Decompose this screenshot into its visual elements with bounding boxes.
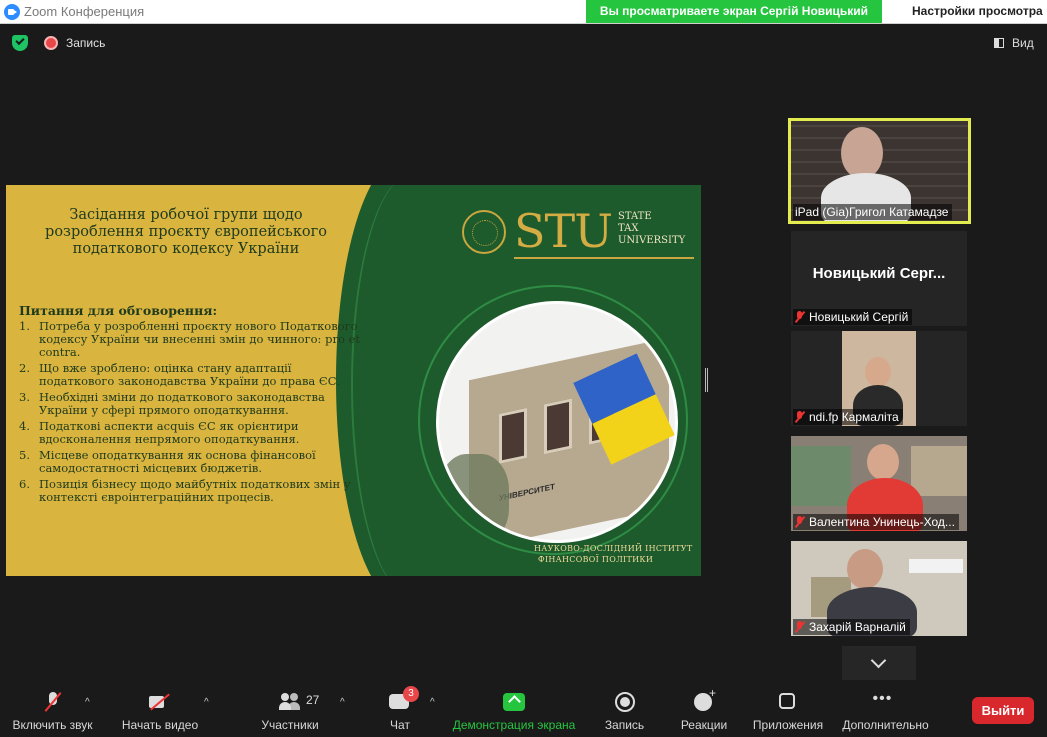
reactions-button[interactable]: Реакции [674, 685, 734, 737]
university-logo-text: STATE TAX UNIVERSITY [618, 211, 686, 246]
air-conditioner [909, 559, 963, 573]
participant-name-label: ndi.fp Кармаліта [793, 409, 903, 425]
muted-mic-icon [795, 311, 804, 323]
list-item: 1. Потреба у розробленні проєкту нового П… [19, 319, 360, 359]
start-video-button[interactable]: Начать видео [115, 685, 205, 737]
screen-share-banner: Вы просматриваете экран Сергій Новицький [586, 0, 882, 23]
tree [439, 454, 509, 540]
participant-video [841, 127, 883, 179]
participant-name-label: Новицький Сергій [793, 309, 913, 325]
participants-count: 27 [306, 693, 320, 707]
participant-tile[interactable]: Захарій Варналій [791, 541, 967, 636]
participant-face [847, 549, 883, 589]
window-title: Zoom Конференция [24, 4, 145, 19]
security-shield-icon[interactable] [12, 35, 28, 51]
muted-mic-icon [795, 621, 804, 633]
slide-topics-heading: Питання для обговорення: [19, 303, 218, 318]
view-options-button[interactable]: Настройки просмотра [904, 0, 1047, 23]
video-options-caret-icon[interactable]: ^ [204, 697, 209, 708]
background-paintings [911, 446, 967, 496]
scroll-participants-down-button[interactable] [842, 646, 916, 680]
unmute-button[interactable]: Включить звук [5, 685, 100, 737]
meeting-toolbar: Включить звук ^ Начать видео ^ 27 Участн… [0, 685, 1047, 737]
reactions-icon [693, 686, 716, 712]
zoom-app-icon [4, 4, 20, 20]
chat-options-caret-icon[interactable]: ^ [430, 697, 435, 708]
record-button[interactable]: Запись [597, 685, 652, 737]
shared-screen-slide: Засідання робочої групи щодо розроблення… [6, 185, 701, 576]
apps-button[interactable]: Приложения [748, 685, 828, 737]
recording-label: Запись [66, 36, 106, 50]
slide-title: Засідання робочої групи щодо розроблення… [45, 207, 327, 257]
video-off-icon [149, 692, 171, 712]
share-screen-icon [503, 692, 525, 712]
participants-icon [279, 692, 301, 712]
university-building-photo: УНІВЕРСИТЕТ [436, 301, 678, 543]
participant-tile[interactable]: ndi.fp Кармаліта [791, 331, 967, 426]
university-seal-icon [462, 210, 506, 254]
participant-name: iPad (Gia)Григол Катамадзе [793, 204, 953, 220]
view-button[interactable]: Вид [990, 32, 1040, 54]
list-item: 5. Місцеве оподаткування як основа фінанс… [19, 448, 316, 475]
participant-name-label: Захарій Варналій [793, 619, 910, 635]
muted-microphone-icon [42, 692, 64, 712]
participant-tile[interactable]: Новицький Серг... Новицький Сергій [791, 231, 967, 326]
building-window [499, 407, 527, 464]
leave-meeting-button[interactable]: Выйти [972, 697, 1034, 724]
muted-mic-icon [795, 516, 804, 528]
list-item: 2. Що вже зроблено: оцінка стану адаптаці… [19, 361, 341, 388]
resize-handle[interactable] [705, 368, 708, 392]
apps-icon [777, 692, 799, 712]
participant-name-label: Валентина Унинець-Ход... [793, 514, 959, 530]
list-item: 6. Позиція бізнесу щодо майбутніх податко… [19, 477, 351, 504]
participant-face [865, 357, 891, 387]
participants-options-caret-icon[interactable]: ^ [340, 697, 345, 708]
gallery-view-icon [994, 38, 1004, 48]
list-item: 3. Необхідні зміни до податкового законод… [19, 390, 325, 417]
list-item: 4. Податкові аспекти acquis ЄС як орієнти… [19, 419, 300, 446]
more-options-icon [873, 690, 897, 712]
audio-options-caret-icon[interactable]: ^ [85, 697, 90, 708]
muted-mic-icon [795, 411, 804, 423]
participant-tile[interactable]: iPad (Gia)Григол Катамадзе [788, 118, 971, 224]
view-label: Вид [1012, 36, 1034, 50]
slide-topics-list: 1. Потреба у розробленні проєкту нового П… [19, 320, 369, 507]
recording-dot-icon [44, 36, 58, 50]
meeting-topbar: Запись Вид [0, 25, 1047, 61]
participants-button[interactable]: 27 Участники [255, 685, 325, 737]
share-screen-button[interactable]: Демонстрация экрана [450, 685, 578, 737]
more-button[interactable]: Дополнительно [838, 685, 933, 737]
chat-unread-badge: 3 [403, 686, 419, 702]
participant-tile[interactable]: Валентина Унинець-Ход... [791, 436, 967, 531]
building-window [544, 398, 572, 455]
university-logo-mark: STU [514, 204, 613, 258]
logo-divider [514, 257, 694, 259]
participant-face [867, 444, 899, 480]
background-paintings [791, 446, 851, 506]
participant-big-name: Новицький Серг... [812, 265, 946, 282]
record-icon [614, 692, 636, 712]
window-titlebar: Zoom Конференция [0, 0, 1047, 24]
institute-name: НАУКОВО-ДОСЛІДНИЙ ІНСТИТУТ ФІНАНСОВОЇ ПО… [534, 544, 693, 564]
